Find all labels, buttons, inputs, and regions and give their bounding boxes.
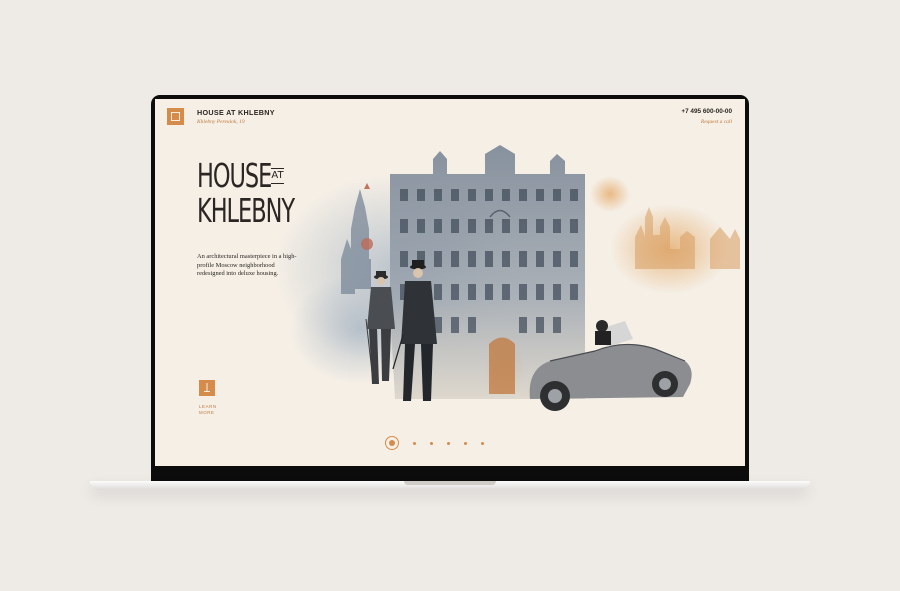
pagination-dot[interactable] <box>413 441 416 445</box>
logo-mark-icon <box>171 112 180 121</box>
hero-description: An architectural masterpiece in a high-p… <box>197 253 297 278</box>
website-screen: HOUSE AT KHLEBNY Khlebny Pereulok, 19 +7… <box>155 99 745 466</box>
brand-title[interactable]: HOUSE AT KHLEBNY <box>197 108 275 117</box>
hero-title-word-2: KHLEBNY <box>197 191 295 230</box>
hero-illustration <box>275 145 740 411</box>
slide-pagination <box>385 435 484 451</box>
learn-more-button[interactable] <box>199 380 215 396</box>
brand-address: Khlebny Pereulok, 19 <box>197 119 245 125</box>
mockup-stage: HOUSE AT KHLEBNY Khlebny Pereulok, 19 +7… <box>0 0 900 591</box>
at-rule-bottom <box>271 182 284 184</box>
laptop-notch <box>404 481 496 485</box>
learn-more-label[interactable]: LEARN MORE <box>199 404 219 415</box>
pagination-dot-active[interactable] <box>385 436 399 450</box>
arrow-down-icon <box>204 383 210 392</box>
pagination-dot[interactable] <box>447 441 450 445</box>
at-rule-top <box>271 167 284 169</box>
pagination-dot[interactable] <box>481 441 484 445</box>
pagination-dot[interactable] <box>430 441 433 445</box>
pagination-dot[interactable] <box>464 441 467 445</box>
hero-title: HOUSE AT KHLEBNY <box>197 159 340 227</box>
hero-title-at-text: AT <box>271 169 284 181</box>
hero-title-at: AT <box>271 166 284 186</box>
brand-logo[interactable] <box>167 108 184 125</box>
request-call-link[interactable]: Request a call <box>701 119 732 125</box>
hero-title-word-1: HOUSE <box>197 156 272 195</box>
phone-number[interactable]: +7 495 600-00-00 <box>681 108 732 115</box>
